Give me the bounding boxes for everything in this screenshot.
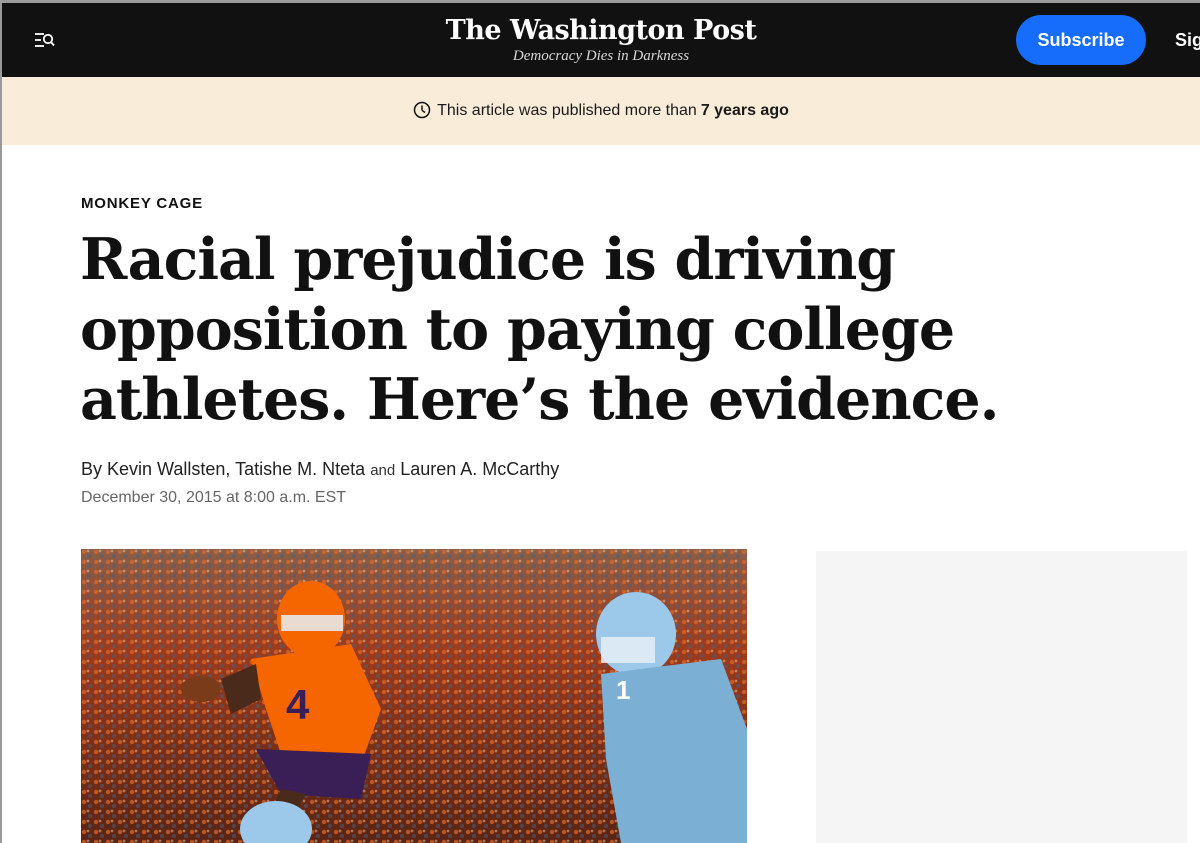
byline: By Kevin Wallsten, Tatishe M. Nteta and … (81, 459, 559, 480)
sign-in-link[interactable]: Sig (1175, 27, 1200, 53)
article-age-banner: This article was published more than 7 y… (2, 77, 1200, 145)
author-link[interactable]: Tatishe M. Nteta (235, 459, 365, 479)
byline-and: and (370, 462, 396, 479)
article-lead-photo[interactable]: 4 1 (81, 549, 747, 843)
advertisement-placeholder[interactable] (816, 551, 1187, 843)
author-link[interactable]: Kevin Wallsten, (107, 459, 230, 479)
banner-text: This article was published more than (437, 102, 697, 119)
author-link[interactable]: Lauren A. McCarthy (400, 459, 559, 479)
svg-text:1: 1 (616, 675, 630, 705)
svg-text:4: 4 (286, 681, 310, 728)
publish-date: December 30, 2015 at 8:00 a.m. EST (81, 489, 347, 506)
subscribe-button[interactable]: Subscribe (1016, 15, 1146, 65)
banner-emphasis: 7 years ago (700, 102, 789, 119)
football-action-photo: 4 1 (81, 549, 747, 843)
section-kicker[interactable]: MONKEY CAGE (81, 195, 203, 212)
clock-icon (413, 101, 431, 118)
site-header: The Washington Post Democracy Dies in Da… (2, 3, 1200, 77)
article-headline: Racial prejudice is driving opposition t… (80, 226, 1000, 433)
byline-prefix: By (81, 459, 103, 479)
